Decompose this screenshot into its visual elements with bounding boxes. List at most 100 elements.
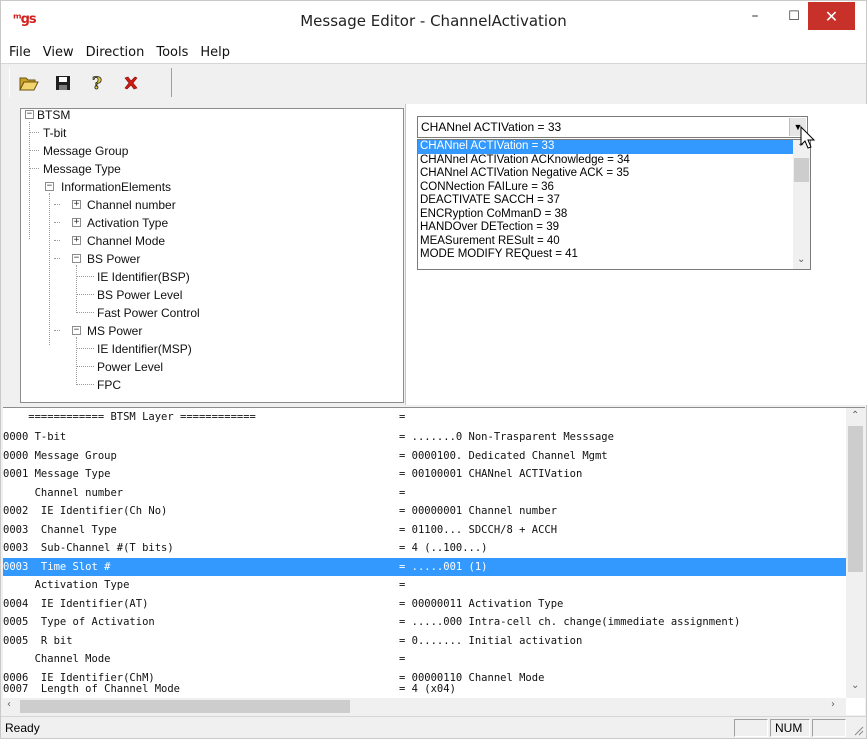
help-icon[interactable]: ? xyxy=(86,72,108,94)
tree-node-bs-power[interactable]: BS Power xyxy=(87,250,140,268)
expand-channel-number-toggle[interactable]: + xyxy=(72,200,81,209)
status-indicator-caps xyxy=(734,719,768,737)
listing-horizontal-scroll-thumb[interactable] xyxy=(20,700,350,713)
status-text: Ready xyxy=(5,721,40,735)
chevron-down-icon[interactable]: ⌄ xyxy=(851,680,859,691)
listing-row[interactable]: 0002 IE Identifier(Ch No) = 00000001 Chan… xyxy=(3,502,846,520)
dropdown-scroll-thumb[interactable] xyxy=(794,158,809,182)
menu-tools[interactable]: Tools xyxy=(150,45,194,60)
listing-row[interactable]: 0003 Channel Type = 01100... SDCCH/8 + AC… xyxy=(3,521,846,539)
decoded-message-listing[interactable]: ============ BTSM Layer ============ = 00… xyxy=(3,407,865,715)
tree-connector xyxy=(49,193,50,345)
delete-icon[interactable] xyxy=(120,72,142,94)
tree-node-ms-power[interactable]: MS Power xyxy=(87,322,142,340)
status-indicator-num: NUM xyxy=(770,719,810,737)
tree-node-ie-identifier-bsp[interactable]: IE Identifier(BSP) xyxy=(97,268,190,286)
dropdown-option[interactable]: HANDOver DETection = 39 xyxy=(418,221,810,235)
tree-node-fast-power-control[interactable]: Fast Power Control xyxy=(97,304,200,322)
tree-connector xyxy=(76,348,94,349)
tree-connector xyxy=(76,337,77,385)
resize-grip-icon[interactable] xyxy=(852,724,864,736)
listing-row[interactable]: 0000 T-bit = .......0 Non-Trasparent Mess… xyxy=(3,428,846,446)
listing-row[interactable]: 0005 Type of Activation = .....000 Intra-… xyxy=(3,613,846,631)
menu-help[interactable]: Help xyxy=(194,45,236,60)
maximize-button[interactable]: ☐ xyxy=(777,1,811,31)
tree-node-message-type[interactable]: Message Type xyxy=(43,160,121,178)
listing-row[interactable]: 0000 Message Group = 0000100. Dedicated C… xyxy=(3,447,846,465)
dropdown-option[interactable]: MODE MODIFY REQuest = 41 xyxy=(418,248,810,262)
listing-row[interactable]: 0004 IE Identifier(AT) = 00000011 Activat… xyxy=(3,595,846,613)
tree-node-fpc[interactable]: FPC xyxy=(97,376,121,394)
tree-node-bs-power-level[interactable]: BS Power Level xyxy=(97,286,182,304)
tree-connector xyxy=(54,240,60,241)
dropdown-option[interactable]: CONNection FAILure = 36 xyxy=(418,181,810,195)
tree-connector xyxy=(76,294,94,295)
tree-connector xyxy=(76,366,94,367)
save-icon[interactable] xyxy=(52,72,74,94)
tree-node-channel-mode[interactable]: Channel Mode xyxy=(87,232,165,250)
message-type-select-value: CHANnel ACTIVation = 33 xyxy=(421,120,562,134)
collapse-information-elements-toggle[interactable]: − xyxy=(45,182,54,191)
chevron-right-icon[interactable]: › xyxy=(831,699,835,710)
dropdown-option[interactable]: CHANnel ACTIVation ACKnowledge = 34 xyxy=(418,154,810,168)
field-editor-pane: CHANnel ACTIVation = 33 ▼ CHANnel ACTIVa… xyxy=(405,104,867,405)
tree-connector xyxy=(76,312,94,313)
status-bar: Ready NUM xyxy=(1,716,866,738)
tree-connector xyxy=(29,150,39,151)
menu-view[interactable]: View xyxy=(37,45,80,60)
tree-connector xyxy=(54,204,60,205)
tree-connector xyxy=(54,330,60,331)
expand-activation-type-toggle[interactable]: + xyxy=(72,218,81,227)
tree-node-btsm[interactable]: BTSM xyxy=(37,106,70,124)
listing-vertical-scroll-thumb[interactable] xyxy=(848,426,863,572)
dropdown-option[interactable]: MEASurement RESult = 40 xyxy=(418,235,810,249)
tree-node-channel-number[interactable]: Channel number xyxy=(87,196,176,214)
listing-row[interactable]: 0007 Length of Channel Mode = 4 (x04) xyxy=(3,680,846,698)
message-type-select[interactable]: CHANnel ACTIVation = 33 ▼ xyxy=(417,116,808,138)
expand-channel-mode-toggle[interactable]: + xyxy=(72,236,81,245)
tree-connector xyxy=(76,265,77,313)
listing-row[interactable]: 0003 Sub-Channel #(T bits) = 4 (..100...) xyxy=(3,539,846,557)
listing-row[interactable]: ============ BTSM Layer ============ = xyxy=(3,408,846,426)
chevron-up-icon[interactable]: ⌃ xyxy=(851,410,859,421)
chevron-down-icon[interactable]: ⌄ xyxy=(797,254,805,265)
collapse-btsm-toggle[interactable]: − xyxy=(25,110,34,119)
toolbar: ? xyxy=(1,63,866,100)
tree-node-ie-identifier-msp[interactable]: IE Identifier(MSP) xyxy=(97,340,192,358)
collapse-ms-power-toggle[interactable]: − xyxy=(72,326,81,335)
listing-row[interactable]: 0001 Message Type = 00100001 CHANnel ACTI… xyxy=(3,465,846,483)
tree-node-message-group[interactable]: Message Group xyxy=(43,142,128,160)
open-folder-icon[interactable] xyxy=(18,72,40,94)
listing-horizontal-scrollbar[interactable]: ‹ › xyxy=(3,698,846,715)
toolbar-group: ? xyxy=(9,68,172,97)
listing-row[interactable]: Channel number = xyxy=(3,484,846,502)
close-button[interactable]: ✕ xyxy=(808,2,855,30)
menu-direction[interactable]: Direction xyxy=(80,45,151,60)
message-type-dropdown-list[interactable]: CHANnel ACTIVation = 33 CHANnel ACTIVati… xyxy=(417,139,811,270)
tree-connector xyxy=(54,258,60,259)
status-indicator-scroll xyxy=(812,719,846,737)
dropdown-scrollbar[interactable]: ⌃ ⌄ xyxy=(793,140,810,269)
listing-row[interactable]: 0005 R bit = 0....... Initial activation xyxy=(3,632,846,650)
dropdown-option[interactable]: ENCRyption CoMmanD = 38 xyxy=(418,208,810,222)
title-bar: ᵐgs Message Editor - ChannelActivation –… xyxy=(1,1,866,41)
dropdown-option[interactable]: DEACTIVATE SACCH = 37 xyxy=(418,194,810,208)
tree-node-information-elements[interactable]: InformationElements xyxy=(61,178,171,196)
menu-file[interactable]: File xyxy=(3,45,37,60)
message-editor-window: ᵐgs Message Editor - ChannelActivation –… xyxy=(0,0,867,739)
tree-connector xyxy=(76,276,94,277)
minimize-button[interactable]: – xyxy=(738,1,772,31)
listing-vertical-scrollbar[interactable]: ⌃ ⌄ xyxy=(846,408,865,698)
listing-row[interactable]: Channel Mode = xyxy=(3,650,846,668)
tree-node-activation-type[interactable]: Activation Type xyxy=(87,214,168,232)
menu-bar: File View Direction Tools Help xyxy=(1,41,866,63)
chevron-left-icon[interactable]: ‹ xyxy=(7,699,11,710)
tree-node-t-bit[interactable]: T-bit xyxy=(43,124,66,142)
dropdown-option[interactable]: CHANnel ACTIVation = 33 xyxy=(418,140,810,154)
collapse-bs-power-toggle[interactable]: − xyxy=(72,254,81,263)
tree-node-power-level[interactable]: Power Level xyxy=(97,358,163,376)
tree-connector xyxy=(76,384,94,385)
listing-row[interactable]: Activation Type = xyxy=(3,576,846,594)
dropdown-option[interactable]: CHANnel ACTIVation Negative ACK = 35 xyxy=(418,167,810,181)
listing-row-selected[interactable]: 0003 Time Slot # = .....001 (1) xyxy=(3,557,846,576)
